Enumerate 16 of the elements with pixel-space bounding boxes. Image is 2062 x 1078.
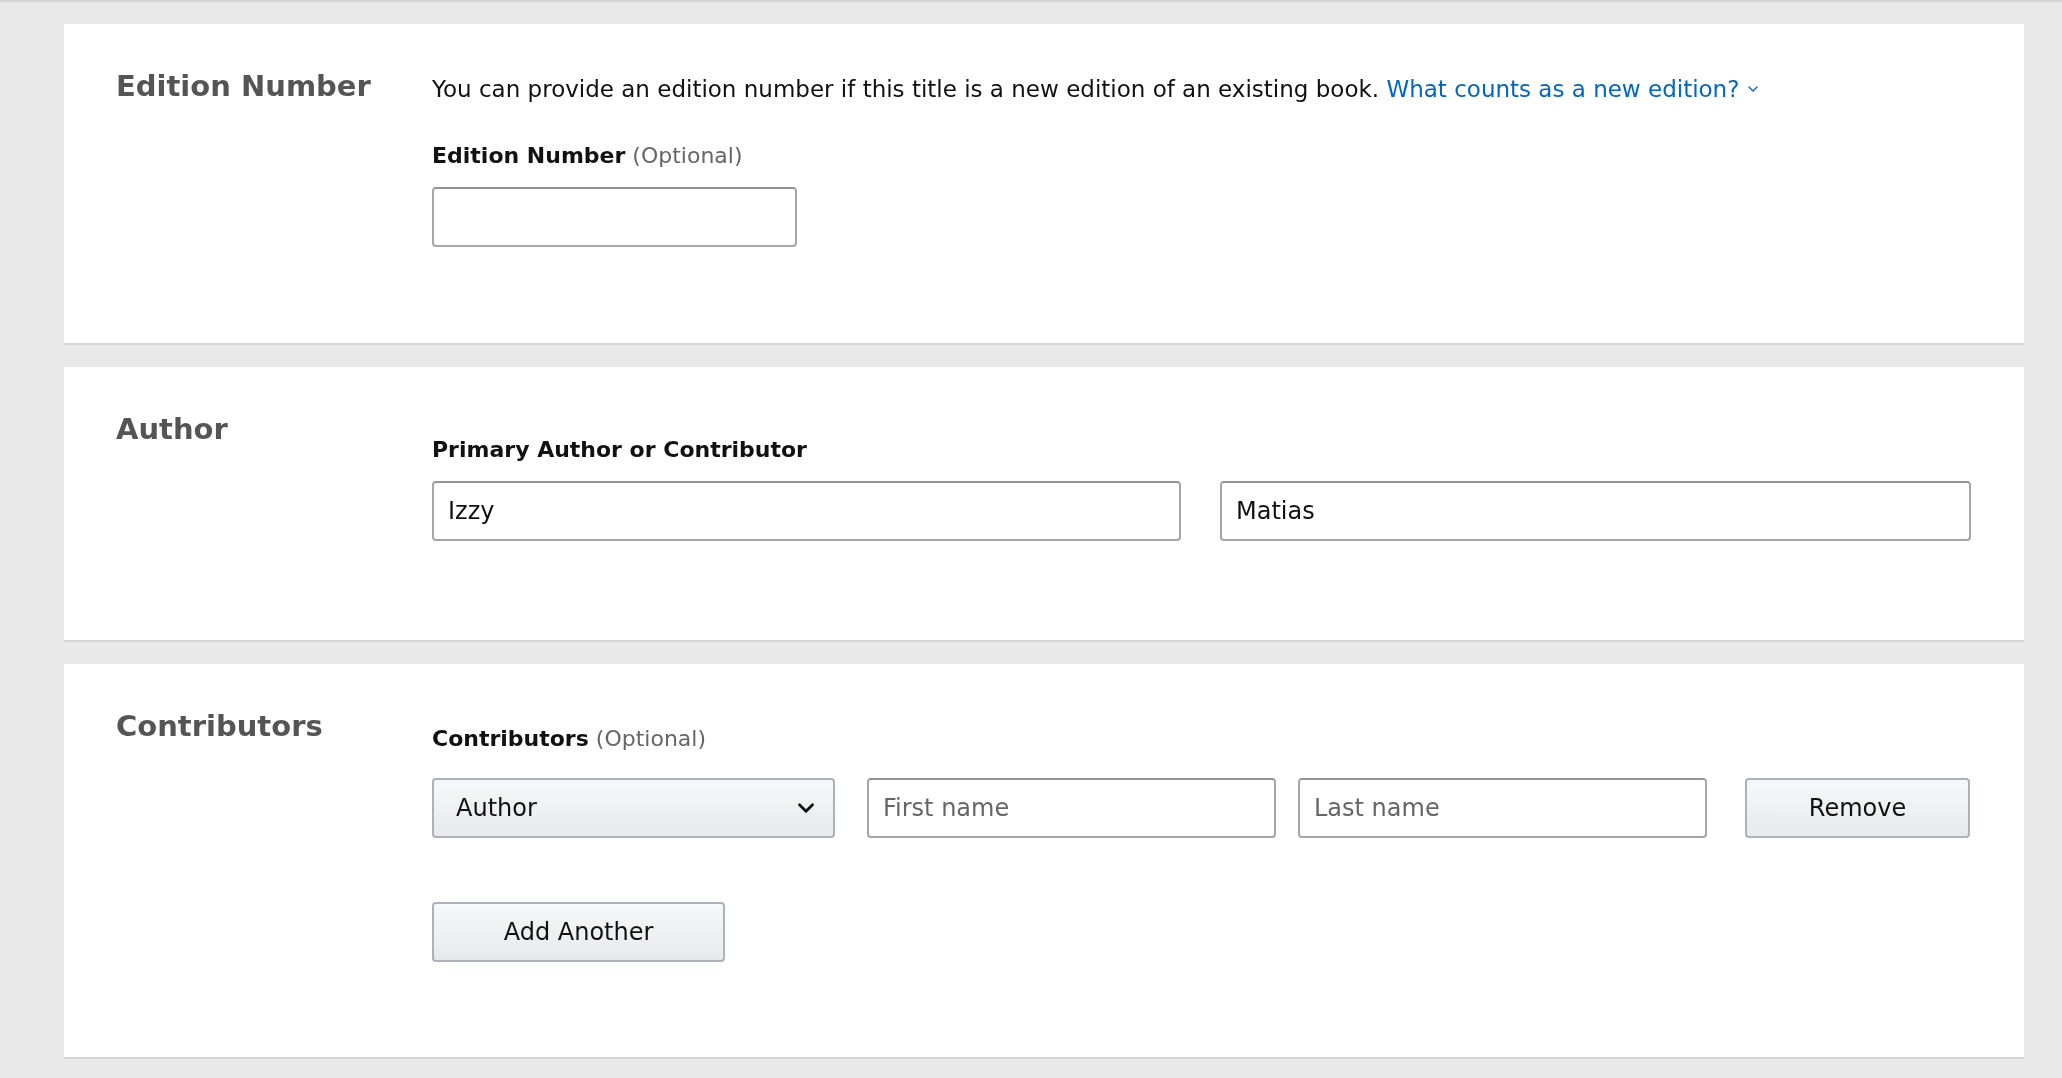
help-link[interactable]: What counts as a new edition? bbox=[1386, 73, 1762, 105]
first-name-field[interactable]: Izzy bbox=[432, 481, 1181, 541]
role-dropdown[interactable]: Author bbox=[432, 778, 835, 838]
field-label: Primary Author or Contributor bbox=[432, 436, 808, 464]
section-heading: Author bbox=[116, 413, 229, 448]
field-label: Contributors (Optional) bbox=[432, 725, 707, 753]
add-another-button[interactable]: Add Another bbox=[432, 902, 725, 962]
section-heading: Contributors bbox=[116, 710, 324, 745]
field-label: Edition Number (Optional) bbox=[432, 142, 744, 170]
section-heading: Edition Number bbox=[116, 70, 372, 105]
edition-description: You can provide an edition number if this title is a new edition of an existing book. What counts as a new edition? bbox=[432, 73, 1972, 105]
edition-number-field[interactable] bbox=[432, 187, 797, 247]
first-name-field[interactable]: First name bbox=[867, 778, 1276, 838]
remove-button[interactable]: Remove bbox=[1745, 778, 1970, 838]
last-name-field[interactable]: Last name bbox=[1298, 778, 1707, 838]
last-name-field[interactable]: Matias bbox=[1220, 481, 1971, 541]
